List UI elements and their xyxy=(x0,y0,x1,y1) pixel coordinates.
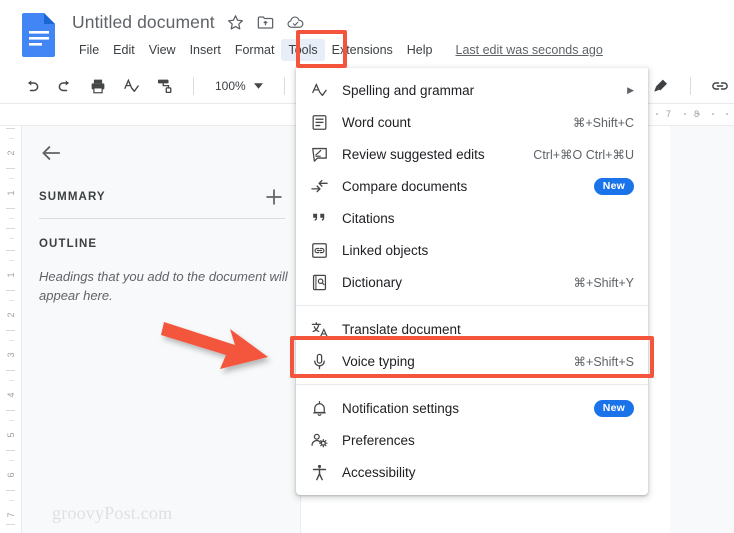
toolbar-divider-2 xyxy=(283,77,285,95)
menu-item-spelling-and-grammar[interactable]: Spelling and grammar ▶ xyxy=(296,74,648,106)
menu-item-label: Compare documents xyxy=(342,178,468,194)
menu-item-dictionary[interactable]: Dictionary ⌘+Shift+Y xyxy=(296,266,648,298)
outline-label: OUTLINE xyxy=(39,238,98,250)
outline-sidebar: SUMMARY OUTLINE Headings that you add to… xyxy=(23,126,300,533)
vruler-mark-2: 1 xyxy=(6,272,16,278)
menu-item-label: Translate document xyxy=(342,321,461,337)
menu-item-label: Preferences xyxy=(342,432,415,448)
document-title-row: Untitled document xyxy=(72,12,305,33)
dictionary-icon xyxy=(308,271,330,293)
vruler-mark-7: 6 xyxy=(6,472,16,478)
cloud-saved-icon[interactable] xyxy=(286,13,305,32)
toolbar-divider-3 xyxy=(690,77,691,95)
vruler-mark-4: 3 xyxy=(6,352,16,358)
status-badge: New xyxy=(593,177,634,195)
voice-typing-icon xyxy=(308,350,330,372)
watermark: groovyPost.com xyxy=(52,503,173,523)
menu-item-notification-settings[interactable]: Notification settings New xyxy=(296,392,648,424)
last-edit-status[interactable]: Last edit was seconds ago xyxy=(456,43,603,57)
menu-bar: File Edit View Insert Format Tools Exten… xyxy=(72,38,603,62)
submenu-arrow-icon: ▶ xyxy=(627,84,634,95)
linked-objects-icon xyxy=(308,239,330,261)
menu-item-compare-documents[interactable]: Compare documents New xyxy=(296,170,648,202)
menu-help[interactable]: Help xyxy=(400,39,440,61)
notification-settings-icon xyxy=(308,397,330,419)
google-docs-window: Untitled document File Edit View Insert … xyxy=(0,0,734,533)
vruler-mark-3: 2 xyxy=(6,312,16,318)
menu-divider-1 xyxy=(296,305,648,306)
zoom-control[interactable]: 100% xyxy=(213,79,265,93)
menu-item-label: Spelling and grammar xyxy=(342,82,475,98)
menu-item-shortcut: ⌘+Shift+C xyxy=(572,115,634,130)
paint-format-icon[interactable] xyxy=(154,76,174,96)
vruler-mark-1: 1 xyxy=(6,190,16,196)
menu-item-citations[interactable]: Citations xyxy=(296,202,648,234)
menu-item-review-suggested-edits[interactable]: Review suggested edits Ctrl+⌘O Ctrl+⌘U xyxy=(296,138,648,170)
toolbar-divider-1 xyxy=(193,77,194,95)
menu-insert[interactable]: Insert xyxy=(183,39,228,61)
menu-item-shortcut: Ctrl+⌘O Ctrl+⌘U xyxy=(533,147,634,162)
citations-icon xyxy=(308,207,330,229)
sidebar-divider xyxy=(39,218,285,219)
page-title[interactable]: Untitled document xyxy=(72,12,215,33)
outline-empty-note: Headings that you add to the document wi… xyxy=(39,269,288,303)
document-page-margin xyxy=(670,126,734,533)
menu-item-accessibility[interactable]: Accessibility xyxy=(296,456,648,488)
summary-section-header: SUMMARY xyxy=(39,186,285,208)
insert-link-icon[interactable] xyxy=(710,76,730,96)
translate-document-icon xyxy=(308,318,330,340)
chevron-down-icon xyxy=(253,83,263,89)
menu-item-label: Review suggested edits xyxy=(342,146,485,162)
vruler-mark-6: 5 xyxy=(6,432,16,438)
menu-item-label: Voice typing xyxy=(342,353,415,369)
menu-divider-2 xyxy=(296,384,648,385)
menu-item-label: Word count xyxy=(342,114,411,130)
menu-item-linked-objects[interactable]: Linked objects xyxy=(296,234,648,266)
menu-item-label: Dictionary xyxy=(342,274,403,290)
arrow-back-icon[interactable] xyxy=(38,140,64,166)
ruler-mark-8: 8 xyxy=(694,109,700,119)
menu-item-label: Citations xyxy=(342,210,395,226)
menu-item-translate-document[interactable]: Translate document xyxy=(296,313,648,345)
docs-file-icon[interactable] xyxy=(20,12,58,58)
menu-item-shortcut: ⌘+Shift+Y xyxy=(573,275,634,290)
menu-item-preferences[interactable]: Preferences xyxy=(296,424,648,456)
menu-file[interactable]: File xyxy=(72,39,106,61)
accessibility-icon xyxy=(308,461,330,483)
menu-item-shortcut: ⌘+Shift+S xyxy=(573,354,634,369)
review-suggested-edits-icon xyxy=(308,143,330,165)
menu-view[interactable]: View xyxy=(142,39,183,61)
compare-documents-icon xyxy=(308,175,330,197)
menu-format[interactable]: Format xyxy=(228,39,282,61)
star-icon[interactable] xyxy=(226,13,245,32)
tools-dropdown-menu: Spelling and grammar ▶ Word count ⌘+Shif… xyxy=(296,68,648,495)
word-count-icon xyxy=(308,111,330,133)
preferences-icon xyxy=(308,429,330,451)
vruler-mark-8: 7 xyxy=(6,512,16,518)
highlight-color-icon[interactable] xyxy=(651,76,671,96)
vertical-ruler[interactable]: 2 1 1 2 3 4 5 6 7 xyxy=(0,126,22,533)
vruler-mark-0: 2 xyxy=(6,150,16,156)
menu-item-label: Linked objects xyxy=(342,242,429,258)
move-to-folder-icon[interactable] xyxy=(256,13,275,32)
menu-tools[interactable]: Tools xyxy=(281,39,325,61)
menu-edit[interactable]: Edit xyxy=(106,39,142,61)
ruler-mark-7: 7 xyxy=(666,109,672,119)
undo-icon[interactable] xyxy=(22,76,42,96)
vruler-mark-5: 4 xyxy=(6,392,16,398)
menu-item-label: Accessibility xyxy=(342,464,416,480)
zoom-value: 100% xyxy=(215,79,246,93)
menu-extensions[interactable]: Extensions xyxy=(325,39,400,61)
status-badge: New xyxy=(593,399,634,417)
redo-icon[interactable] xyxy=(55,76,75,96)
summary-label: SUMMARY xyxy=(39,191,106,203)
menu-item-label: Notification settings xyxy=(342,400,460,416)
menu-item-voice-typing[interactable]: Voice typing ⌘+Shift+S xyxy=(296,345,648,377)
print-icon[interactable] xyxy=(88,76,108,96)
spelling-check-icon[interactable] xyxy=(121,76,141,96)
top-bar: Untitled document File Edit View Insert … xyxy=(0,0,734,68)
menu-item-word-count[interactable]: Word count ⌘+Shift+C xyxy=(296,106,648,138)
spelling-grammar-icon xyxy=(308,79,330,101)
plus-icon[interactable] xyxy=(263,186,285,208)
